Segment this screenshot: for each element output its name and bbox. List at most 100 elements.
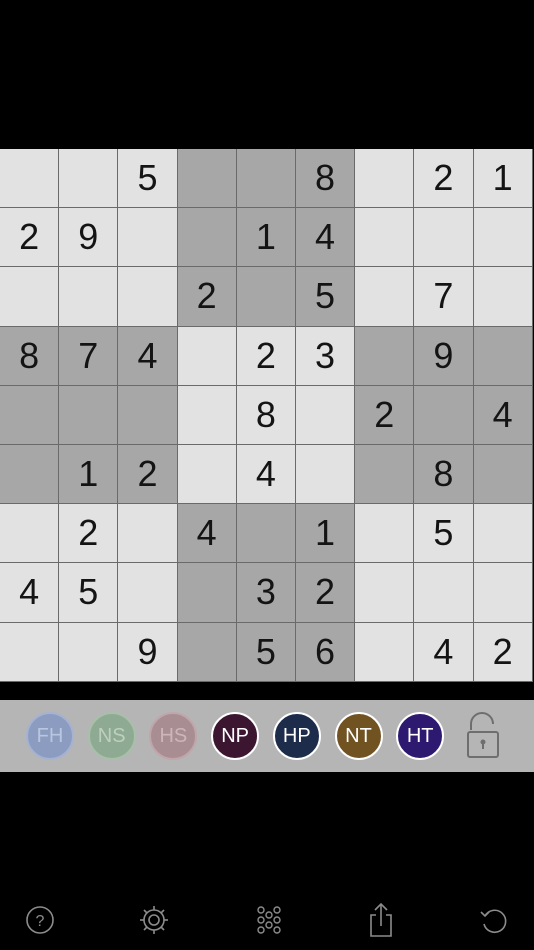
sudoku-cell-r6c7[interactable]: [355, 444, 415, 505]
sudoku-cell-r5c6[interactable]: [295, 385, 356, 445]
lock-button[interactable]: [463, 712, 503, 760]
sudoku-cell-r7c5[interactable]: [236, 504, 296, 564]
sudoku-cell-r3c3[interactable]: [118, 267, 178, 327]
sudoku-cell-r8c8[interactable]: [414, 563, 474, 623]
sudoku-cell-r9c1[interactable]: [0, 622, 60, 682]
sudoku-cell-r7c7[interactable]: [355, 504, 415, 564]
sudoku-cell-r5c8[interactable]: [414, 385, 474, 445]
sudoku-cell-r9c6[interactable]: 6: [295, 622, 356, 682]
sudoku-cell-r4c2[interactable]: 7: [59, 326, 119, 386]
sudoku-cell-r4c9[interactable]: [473, 326, 533, 386]
settings-button[interactable]: [134, 900, 174, 940]
sudoku-cell-r6c9[interactable]: [473, 444, 533, 505]
sudoku-cell-r2c4[interactable]: [177, 208, 237, 268]
share-button[interactable]: [361, 900, 401, 940]
ns-button[interactable]: NS: [87, 712, 136, 760]
sudoku-cell-r8c7[interactable]: [355, 563, 415, 623]
sudoku-cell-r2c8[interactable]: [414, 208, 474, 268]
sudoku-cell-r9c4[interactable]: [177, 622, 237, 682]
sudoku-cell-r9c5[interactable]: 5: [236, 622, 296, 682]
sudoku-cell-r4c4[interactable]: [177, 326, 237, 386]
sudoku-cell-r2c6[interactable]: 4: [295, 208, 356, 268]
sudoku-cell-r7c3[interactable]: [118, 504, 178, 564]
help-button[interactable]: ?: [20, 900, 60, 940]
sudoku-cell-r8c2[interactable]: 5: [59, 563, 119, 623]
sudoku-cell-r5c5[interactable]: 8: [236, 385, 296, 445]
undo-button[interactable]: [474, 900, 514, 940]
sudoku-board: 5821291425787423982412482415453295642: [0, 149, 533, 682]
sudoku-cell-r2c3[interactable]: [118, 208, 178, 268]
sudoku-cell-r4c3[interactable]: 4: [118, 326, 178, 386]
sudoku-cell-r6c6[interactable]: [295, 444, 356, 505]
sudoku-cell-r5c1[interactable]: [0, 385, 60, 445]
sudoku-cell-r6c5[interactable]: 4: [236, 444, 296, 505]
sudoku-cell-r1c5[interactable]: [236, 149, 296, 209]
sudoku-cell-r9c9[interactable]: 2: [473, 622, 533, 682]
sudoku-cell-r5c3[interactable]: [118, 385, 178, 445]
sudoku-cell-r3c6[interactable]: 5: [295, 267, 356, 327]
hs-button[interactable]: HS: [149, 712, 198, 760]
sudoku-cell-r1c2[interactable]: [59, 149, 119, 209]
sudoku-cell-r5c7[interactable]: 2: [355, 385, 415, 445]
sudoku-cell-r1c3[interactable]: 5: [118, 149, 178, 209]
sudoku-cell-r4c7[interactable]: [355, 326, 415, 386]
sudoku-cell-r6c4[interactable]: [177, 444, 237, 505]
sudoku-cell-r7c2[interactable]: 2: [59, 504, 119, 564]
sudoku-cell-r1c4[interactable]: [177, 149, 237, 209]
sudoku-cell-r3c2[interactable]: [59, 267, 119, 327]
sudoku-cell-r3c5[interactable]: [236, 267, 296, 327]
sudoku-cell-r4c8[interactable]: 9: [414, 326, 474, 386]
sudoku-cell-r6c8[interactable]: 8: [414, 444, 474, 505]
sudoku-cell-r1c9[interactable]: 1: [473, 149, 533, 209]
sudoku-cell-r8c1[interactable]: 4: [0, 563, 60, 623]
sudoku-cell-r2c2[interactable]: 9: [59, 208, 119, 268]
sudoku-cell-r7c1[interactable]: [0, 504, 60, 564]
sudoku-cell-r1c8[interactable]: 2: [414, 149, 474, 209]
sudoku-cell-r8c4[interactable]: [177, 563, 237, 623]
sudoku-cell-r4c1[interactable]: 8: [0, 326, 60, 386]
sudoku-cell-r8c6[interactable]: 2: [295, 563, 356, 623]
sudoku-cell-r6c3[interactable]: 2: [118, 444, 178, 505]
sudoku-cell-r8c9[interactable]: [473, 563, 533, 623]
sudoku-cell-r1c6[interactable]: 8: [295, 149, 356, 209]
fh-button[interactable]: FH: [26, 712, 74, 760]
sudoku-cell-r7c9[interactable]: [473, 504, 533, 564]
pattern-button[interactable]: [249, 900, 289, 940]
sudoku-cell-r5c4[interactable]: [177, 385, 237, 445]
sudoku-cell-r9c7[interactable]: [355, 622, 415, 682]
sudoku-cell-r3c1[interactable]: [0, 267, 60, 327]
sudoku-cell-r1c7[interactable]: [355, 149, 415, 209]
sudoku-cell-r3c4[interactable]: 2: [177, 267, 237, 327]
sudoku-cell-r2c7[interactable]: [355, 208, 415, 268]
undo-icon: [480, 909, 507, 933]
sudoku-cell-r9c8[interactable]: 4: [414, 622, 474, 682]
sudoku-cell-r7c8[interactable]: 5: [414, 504, 474, 564]
ht-button[interactable]: HT: [396, 712, 445, 760]
sudoku-cell-r8c3[interactable]: [118, 563, 178, 623]
sudoku-cell-r5c9[interactable]: 4: [473, 385, 533, 445]
sudoku-cell-r9c2[interactable]: [59, 622, 119, 682]
sudoku-cell-r8c5[interactable]: 3: [236, 563, 296, 623]
sudoku-cell-r4c5[interactable]: 2: [236, 326, 296, 386]
hp-button[interactable]: HP: [272, 712, 321, 760]
sudoku-cell-r7c4[interactable]: 4: [177, 504, 237, 564]
sudoku-cell-r4c6[interactable]: 3: [295, 326, 356, 386]
sudoku-cell-r9c3[interactable]: 9: [118, 622, 178, 682]
sudoku-cell-r2c1[interactable]: 2: [0, 208, 60, 268]
sudoku-cell-r2c5[interactable]: 1: [236, 208, 296, 268]
sudoku-cell-r2c9[interactable]: [473, 208, 533, 268]
sudoku-cell-r6c2[interactable]: 1: [59, 444, 119, 505]
sudoku-cell-r3c7[interactable]: [355, 267, 415, 327]
sudoku-cell-r6c1[interactable]: [0, 444, 60, 505]
np-button[interactable]: NP: [211, 712, 260, 760]
sudoku-cell-r5c2[interactable]: [59, 385, 119, 445]
sudoku-cell-r3c8[interactable]: 7: [414, 267, 474, 327]
unlocked-padlock-icon: [467, 712, 499, 758]
sudoku-cell-r7c6[interactable]: 1: [295, 504, 356, 564]
sudoku-cell-r3c9[interactable]: [473, 267, 533, 327]
nt-button[interactable]: NT: [334, 712, 383, 760]
help-icon: ?: [26, 906, 54, 934]
sudoku-cell-r1c1[interactable]: [0, 149, 60, 209]
settings-gear-icon: [140, 906, 168, 934]
grid-dots-icon: [257, 906, 281, 934]
